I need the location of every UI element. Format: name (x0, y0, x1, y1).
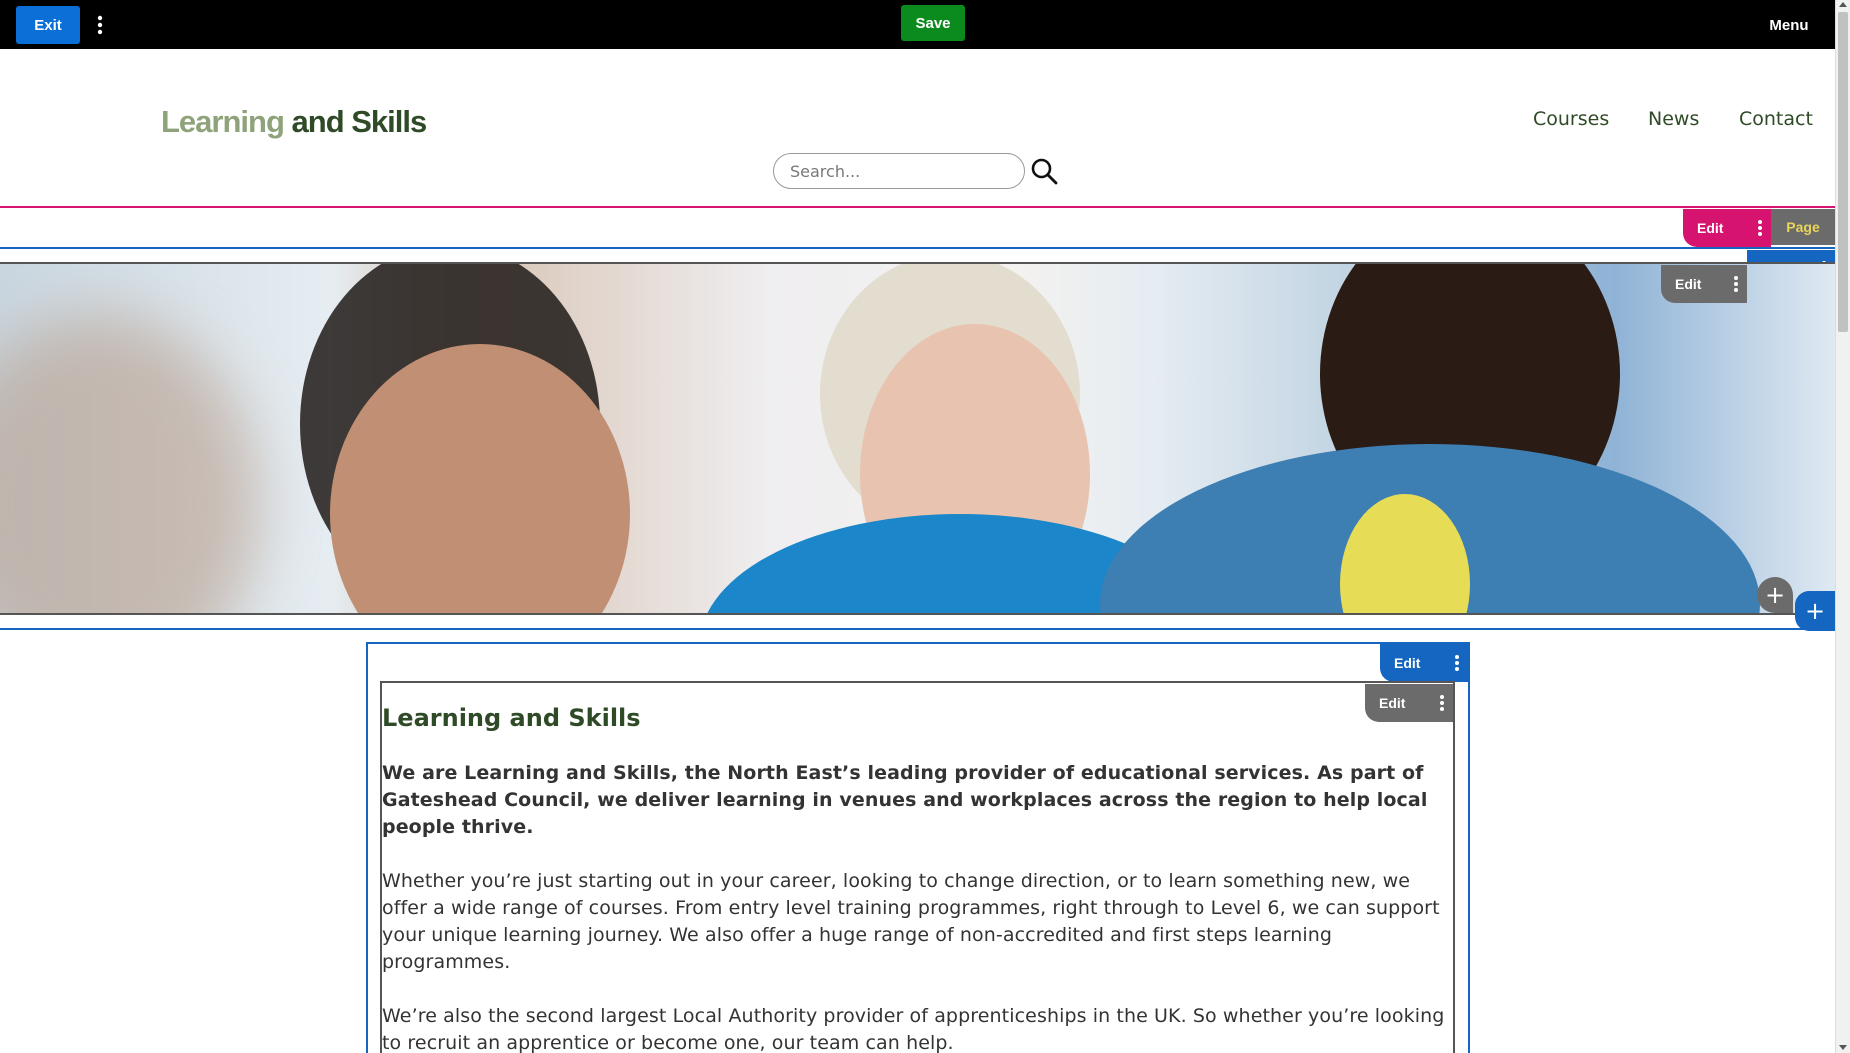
main-nav-2: News (1648, 108, 1699, 130)
main-nav-3: Contact (1739, 108, 1813, 130)
menu-button[interactable]: Menu (1754, 10, 1824, 40)
nav-contact[interactable]: Contact (1739, 108, 1813, 130)
content-text-block[interactable]: Learning and Skills We are Learning and … (382, 704, 1452, 1053)
add-block-button[interactable]: + (1757, 577, 1793, 613)
more-options-icon[interactable] (1733, 265, 1739, 303)
section-outline-blue (0, 247, 1835, 249)
site-logo[interactable]: Learning and Skills (161, 104, 428, 140)
nav-news[interactable]: News (1648, 108, 1699, 130)
section-outline-dark-bottom (0, 613, 1835, 615)
scroll-down-icon[interactable] (1839, 1045, 1847, 1050)
body-paragraph-2: We’re also the second largest Local Auth… (382, 1005, 1445, 1053)
logo-text-part1: Learning (161, 104, 285, 139)
nav-courses[interactable]: Courses (1533, 108, 1609, 130)
main-nav: Courses (1533, 108, 1609, 130)
more-options-icon[interactable] (1454, 644, 1460, 682)
add-row-button[interactable]: + (1795, 591, 1835, 631)
section-outline-pink (0, 206, 1835, 208)
edit-image-tab[interactable]: Edit (1661, 265, 1747, 303)
logo-text-part2: and Skills (283, 104, 428, 139)
scroll-up-icon[interactable] (1839, 2, 1847, 7)
lead-paragraph: We are Learning and Skills, the North Ea… (382, 762, 1428, 838)
scrollbar[interactable] (1835, 0, 1850, 1053)
more-options-icon[interactable] (1757, 209, 1763, 247)
scrollbar-thumb[interactable] (1838, 12, 1848, 332)
hero-image (0, 264, 1835, 614)
exit-button[interactable]: Exit (16, 6, 80, 44)
search-input[interactable] (773, 153, 1025, 189)
content-heading: Learning and Skills (382, 704, 641, 732)
edit-label: Edit (1394, 655, 1421, 671)
editor-toolbar: Exit Save Menu (0, 0, 1835, 49)
search-icon[interactable] (1030, 157, 1058, 185)
section-outline-blue-bottom (0, 628, 1835, 630)
edit-section-tab[interactable]: Edit (1683, 209, 1771, 247)
edit-label: Edit (1675, 276, 1702, 292)
page-tab[interactable]: Page (1771, 209, 1835, 245)
save-button[interactable]: Save (901, 5, 965, 41)
edit-label: Edit (1697, 220, 1724, 236)
more-options-icon[interactable] (90, 10, 110, 40)
edit-content-row-tab[interactable]: Edit (1380, 644, 1468, 682)
body-paragraph-1: Whether you’re just starting out in your… (382, 870, 1440, 973)
